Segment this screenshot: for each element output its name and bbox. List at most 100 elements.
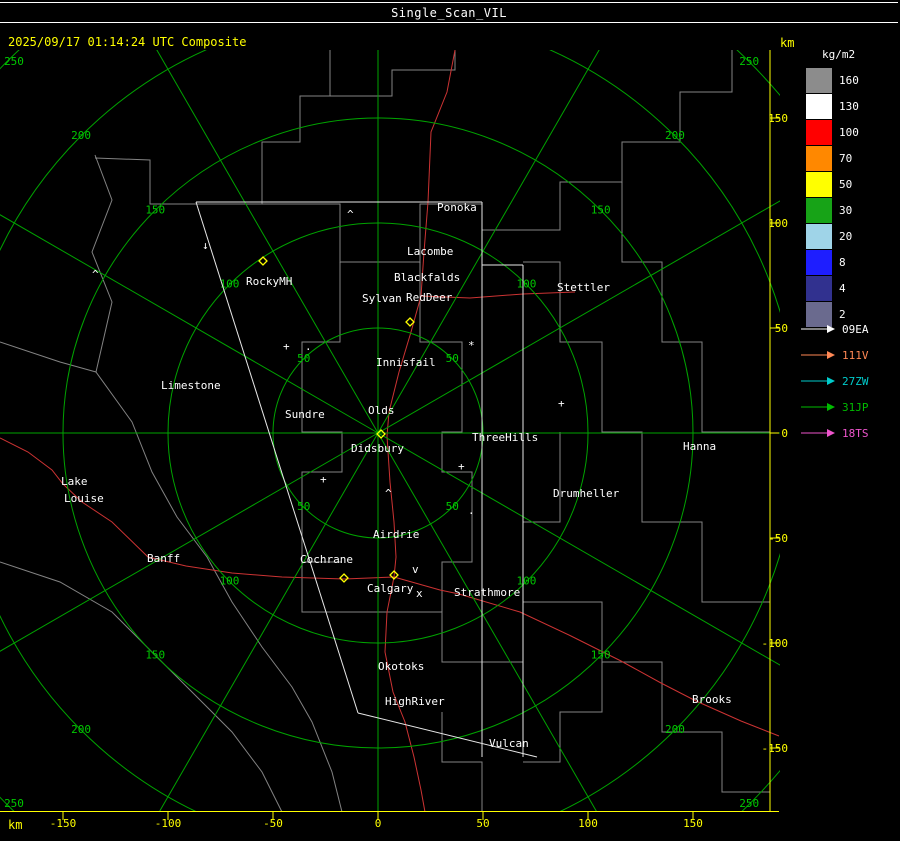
legend-color-swatch — [806, 275, 832, 301]
azimuth-line — [377, 432, 780, 666]
arrow-head — [827, 403, 835, 411]
city-label: Airdrie — [373, 528, 419, 541]
storm-cell-diamond-icon — [339, 573, 349, 583]
county-boundary-line — [0, 341, 97, 373]
storm-track-arrow-icon — [801, 377, 835, 385]
city-labels-layer: Ponoka Lacombe Blackfalds RedDeer Sylvan Rock… — [61, 201, 732, 750]
range-ring-label: 250 — [4, 55, 24, 68]
range-ring-label: 150 — [145, 649, 165, 662]
city-label: Sylvan — [362, 292, 402, 305]
point-marker-icon: + — [320, 473, 327, 486]
arrow-head — [827, 377, 835, 385]
city-label: Blackfalds — [394, 271, 460, 284]
range-ring-label: 150 — [145, 203, 165, 216]
legend-row: 30 — [806, 197, 898, 223]
right-axis-tick-label: -100 — [762, 637, 789, 650]
legend-row: 8 — [806, 249, 898, 275]
point-marker-icon: ^ — [385, 487, 392, 500]
storm-track-id-label: 09EA — [842, 322, 869, 336]
right-axis-tick-label: 50 — [775, 322, 788, 335]
legend-value: 4 — [839, 281, 846, 295]
storm-track-row: 111V — [800, 342, 869, 368]
azimuth-line — [156, 50, 379, 434]
city-label: Lacombe — [407, 245, 453, 258]
range-ring-label: 100 — [220, 574, 240, 587]
county-boundary-line — [523, 662, 603, 763]
right-axis-tick-label: 0 — [781, 427, 788, 440]
range-ring-label: 200 — [71, 129, 91, 142]
legend-color-swatch — [806, 119, 832, 145]
city-label: Didsbury — [351, 442, 404, 455]
right-axis-tick-label: -50 — [768, 532, 788, 545]
range-ring-label: 250 — [739, 797, 759, 810]
legend-row: 70 — [806, 145, 898, 171]
county-boundary-line — [523, 432, 561, 523]
city-label: Ponoka — [437, 201, 477, 214]
bottom-axis-tick-label: -100 — [155, 817, 182, 830]
storm-track-legend: 09EA 111V 27ZW 31JP 18TS — [800, 316, 869, 446]
legend-row: 20 — [806, 223, 898, 249]
range-ring-label: 100 — [220, 278, 240, 291]
storm-track-id-label: 18TS — [842, 426, 869, 440]
range-ring-label: 150 — [591, 203, 611, 216]
point-marker-icon: + — [458, 460, 465, 473]
bottom-axis-tick-label: 50 — [476, 817, 489, 830]
city-label: Olds — [368, 404, 395, 417]
radar-app-window: { "window": { "title": "Single_Scan_VIL"… — [0, 0, 900, 841]
county-boundary-line — [94, 157, 196, 205]
legend-row: 4 — [806, 275, 898, 301]
city-label: Okotoks — [378, 660, 424, 673]
point-marker-icon: ^ — [347, 208, 354, 221]
point-marker-icon: ^ — [92, 268, 99, 281]
bottom-axis-tick-label: 150 — [683, 817, 703, 830]
legend-value: 50 — [839, 177, 853, 191]
radar-map-canvas: 50 50 50 50 100 100 100 100 150 150 150 150 200 200 20… — [0, 50, 788, 830]
point-marker-icon: * — [468, 339, 475, 352]
county-boundary-line — [91, 154, 343, 812]
storm-track-arrow-icon — [801, 403, 835, 411]
legend-value: 30 — [839, 203, 853, 217]
arrow-head — [827, 351, 835, 359]
city-label: Drumheller — [553, 487, 620, 500]
range-ring-label: 100 — [517, 278, 537, 291]
county-boundary-line — [196, 50, 331, 205]
point-marker-icon: . — [468, 504, 475, 517]
storm-track-arrow-icon — [801, 351, 835, 359]
legend-row: 130 — [806, 93, 898, 119]
legend-color-swatch — [806, 171, 832, 197]
point-marker-icon: . — [305, 340, 312, 353]
bottom-axis-tick-label: 100 — [578, 817, 598, 830]
point-marker-icon: v — [412, 563, 419, 576]
bottom-axis-tick-label: -150 — [50, 817, 77, 830]
legend-color-swatch — [806, 223, 832, 249]
bottom-axis-tick-label: 0 — [375, 817, 382, 830]
legend-color-swatch — [806, 145, 832, 171]
city-label: Innisfail — [376, 356, 436, 369]
point-marker-icon: + — [283, 340, 290, 353]
legend-color-swatch — [806, 197, 832, 223]
city-label: Hanna — [683, 440, 716, 453]
legend-value: 70 — [839, 151, 853, 165]
city-label: Lake — [61, 475, 88, 488]
right-axis-tick-label: 100 — [768, 217, 788, 230]
storm-track-row: 09EA — [800, 316, 869, 342]
city-label: Banff — [147, 552, 180, 565]
legend-color-swatch — [806, 67, 832, 93]
right-axis-tick-label: 150 — [768, 112, 788, 125]
legend-row: 100 — [806, 119, 898, 145]
range-ring-label: 250 — [4, 797, 24, 810]
storm-cell-diamond-icon — [258, 256, 268, 266]
range-ring-label: 200 — [665, 129, 685, 142]
city-label: Brooks — [692, 693, 732, 706]
city-label: Limestone — [161, 379, 221, 392]
legend-value: 8 — [839, 255, 846, 269]
city-label: Stettler — [557, 281, 610, 294]
city-label: Calgary — [367, 582, 414, 595]
county-boundary-line — [441, 712, 483, 812]
map-axes-layer: 150 100 50 0 -50 -100 -150 -150 -100 -50 0 50 100 150 — [0, 50, 788, 830]
storm-track-row: 27ZW — [800, 368, 869, 394]
range-ring-label: 50 — [297, 500, 310, 513]
city-label: Vulcan — [489, 737, 529, 750]
legend-row: 50 — [806, 171, 898, 197]
storm-track-arrow-icon — [801, 429, 835, 437]
